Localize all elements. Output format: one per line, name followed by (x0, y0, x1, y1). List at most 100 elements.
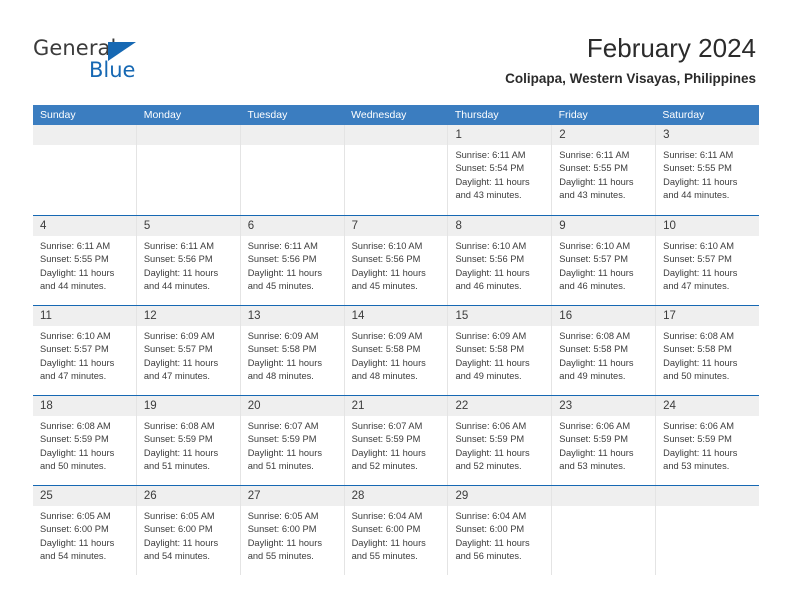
sunset-text: Sunset: 5:58 PM (351, 344, 421, 355)
day-cell[interactable]: 6 Sunrise: 6:11 AM Sunset: 5:56 PM Daylight… (240, 216, 345, 305)
sunrise-text: Sunrise: 6:11 AM (247, 241, 318, 251)
sunrise-text: Sunrise: 6:05 AM (40, 511, 111, 521)
day-cell[interactable]: 12 Sunrise: 6:09 AM Sunset: 5:57 PM Dayligh… (136, 306, 241, 395)
day-cell[interactable]: 21 Sunrise: 6:07 AM Sunset: 5:59 PM Dayligh… (344, 396, 449, 485)
weeks-container: 1 Sunrise: 6:11 AM Sunset: 5:54 PM Daylight… (33, 125, 760, 575)
day-cell-empty (136, 125, 241, 215)
sunset-text: Sunset: 6:00 PM (143, 524, 213, 535)
day-cell[interactable]: 27 Sunrise: 6:05 AM Sunset: 6:00 PM Dayligh… (240, 486, 345, 575)
daylight-text-line2: and 43 minutes. (455, 190, 522, 201)
day-number-band: 20 (240, 396, 344, 416)
day-number: 27 (247, 490, 261, 502)
day-info: Sunrise: 6:09 AM Sunset: 5:57 PM Daylight:… (137, 326, 240, 384)
day-number-band: 9 (552, 216, 656, 236)
sunrise-text: Sunrise: 6:09 AM (351, 331, 423, 341)
sunrise-text: Sunrise: 6:05 AM (247, 511, 319, 521)
day-info: Sunrise: 6:08 AM Sunset: 5:58 PM Daylight:… (552, 326, 655, 384)
daylight-text-line1: Daylight: 11 hours (351, 357, 426, 368)
sunrise-text: Sunrise: 6:08 AM (559, 331, 631, 341)
day-number: 14 (351, 310, 365, 322)
sunrise-text: Sunrise: 6:11 AM (143, 241, 214, 251)
daylight-text-line2: and 43 minutes. (559, 190, 626, 201)
day-cell[interactable]: 2 Sunrise: 6:11 AM Sunset: 5:55 PM Daylight… (552, 125, 657, 215)
daylight-text-line2: and 53 minutes. (559, 461, 626, 472)
daylight-text-line2: and 44 minutes. (143, 281, 211, 292)
day-number-band (136, 125, 240, 145)
day-info: Sunrise: 6:05 AM Sunset: 6:00 PM Daylight:… (33, 506, 136, 564)
day-info: Sunrise: 6:08 AM Sunset: 5:59 PM Daylight:… (33, 416, 136, 474)
day-number: 5 (143, 220, 151, 232)
sunrise-text: Sunrise: 6:06 AM (455, 421, 527, 431)
day-cell[interactable]: 24 Sunrise: 6:06 AM Sunset: 5:59 PM Dayligh… (656, 396, 760, 485)
daylight-text-line2: and 46 minutes. (455, 281, 522, 292)
day-number: 13 (247, 310, 261, 322)
day-cell[interactable]: 28 Sunrise: 6:04 AM Sunset: 6:00 PM Dayligh… (344, 486, 449, 575)
day-cell[interactable]: 20 Sunrise: 6:07 AM Sunset: 5:59 PM Dayligh… (240, 396, 345, 485)
daylight-text-line1: Daylight: 11 hours (143, 357, 219, 368)
day-cell[interactable]: 3 Sunrise: 6:11 AM Sunset: 5:55 PM Daylight… (656, 125, 760, 215)
day-cell[interactable]: 13 Sunrise: 6:09 AM Sunset: 5:58 PM Dayligh… (240, 306, 345, 395)
general-blue-logo[interactable]: General Blue (33, 38, 223, 84)
day-info: Sunrise: 6:06 AM Sunset: 5:59 PM Daylight:… (656, 416, 759, 474)
day-cell[interactable]: 26 Sunrise: 6:05 AM Sunset: 6:00 PM Dayligh… (136, 486, 241, 575)
day-number-band: 1 (448, 125, 552, 145)
day-cell[interactable]: 29 Sunrise: 6:04 AM Sunset: 6:00 PM Dayligh… (448, 486, 553, 575)
daylight-text-line1: Daylight: 11 hours (559, 447, 634, 458)
day-info: Sunrise: 6:06 AM Sunset: 5:59 PM Daylight:… (552, 416, 655, 474)
day-cell[interactable]: 23 Sunrise: 6:06 AM Sunset: 5:59 PM Dayligh… (552, 396, 657, 485)
day-cell[interactable]: 19 Sunrise: 6:08 AM Sunset: 5:59 PM Dayligh… (136, 396, 241, 485)
day-cell[interactable]: 14 Sunrise: 6:09 AM Sunset: 5:58 PM Dayligh… (344, 306, 449, 395)
day-number: 2 (559, 129, 566, 141)
weekday-wednesday: Wednesday (351, 109, 407, 121)
day-cell[interactable]: 18 Sunrise: 6:08 AM Sunset: 5:59 PM Dayligh… (33, 396, 137, 485)
daylight-text-line1: Daylight: 11 hours (663, 176, 738, 187)
sunrise-text: Sunrise: 6:09 AM (455, 331, 527, 341)
sunset-text: Sunset: 5:56 PM (143, 254, 213, 265)
day-info: Sunrise: 6:10 AM Sunset: 5:56 PM Daylight:… (345, 236, 448, 294)
day-info: Sunrise: 6:05 AM Sunset: 6:00 PM Daylight:… (137, 506, 240, 564)
daylight-text-line1: Daylight: 11 hours (559, 357, 634, 368)
day-cell[interactable]: 17 Sunrise: 6:08 AM Sunset: 5:58 PM Dayligh… (656, 306, 760, 395)
day-number-band: 21 (344, 396, 448, 416)
sunset-text: Sunset: 6:00 PM (40, 524, 109, 535)
sunrise-text: Sunrise: 6:07 AM (247, 421, 319, 431)
calendar-page: General Blue February 2024 Colipapa, Wes… (0, 0, 792, 612)
day-cell[interactable]: 22 Sunrise: 6:06 AM Sunset: 5:59 PM Dayligh… (448, 396, 553, 485)
day-cell[interactable]: 25 Sunrise: 6:05 AM Sunset: 6:00 PM Dayligh… (33, 486, 137, 575)
sunrise-text: Sunrise: 6:05 AM (143, 511, 215, 521)
sunset-text: Sunset: 5:54 PM (455, 163, 525, 174)
calendar-grid: Sunday Monday Tuesday Wednesday Thursday… (33, 105, 760, 575)
day-number: 4 (40, 220, 47, 232)
day-cell[interactable]: 5 Sunrise: 6:11 AM Sunset: 5:56 PM Daylight… (136, 216, 241, 305)
weekday-thursday: Thursday (454, 109, 499, 121)
daylight-text-line1: Daylight: 11 hours (351, 537, 426, 548)
day-cell[interactable]: 1 Sunrise: 6:11 AM Sunset: 5:54 PM Daylight… (448, 125, 553, 215)
sunrise-text: Sunrise: 6:08 AM (663, 331, 734, 341)
day-cell[interactable]: 11 Sunrise: 6:10 AM Sunset: 5:57 PM Dayligh… (33, 306, 137, 395)
day-cell[interactable]: 10 Sunrise: 6:10 AM Sunset: 5:57 PM Dayligh… (656, 216, 760, 305)
day-cell[interactable]: 7 Sunrise: 6:10 AM Sunset: 5:56 PM Daylight… (344, 216, 449, 305)
day-info: Sunrise: 6:09 AM Sunset: 5:58 PM Daylight:… (241, 326, 344, 384)
daylight-text-line2: and 49 minutes. (559, 371, 626, 382)
daylight-text-line1: Daylight: 11 hours (559, 267, 634, 278)
daylight-text-line2: and 55 minutes. (247, 551, 314, 562)
daylight-text-line1: Daylight: 11 hours (559, 176, 634, 187)
daylight-text-line2: and 44 minutes. (40, 281, 107, 292)
day-number-band: 27 (240, 486, 344, 506)
weekday-friday: Friday (558, 109, 588, 121)
day-cell-empty (552, 486, 657, 575)
day-number: 15 (455, 310, 469, 322)
daylight-text-line1: Daylight: 11 hours (40, 537, 115, 548)
daylight-text-line1: Daylight: 11 hours (351, 267, 426, 278)
day-cell[interactable]: 4 Sunrise: 6:11 AM Sunset: 5:55 PM Daylight… (33, 216, 137, 305)
day-number: 19 (143, 400, 157, 412)
day-cell[interactable]: 9 Sunrise: 6:10 AM Sunset: 5:57 PM Daylight… (552, 216, 657, 305)
day-number-band (656, 486, 760, 506)
day-cell[interactable]: 15 Sunrise: 6:09 AM Sunset: 5:58 PM Dayligh… (448, 306, 553, 395)
day-number: 17 (663, 310, 676, 322)
day-cell[interactable]: 8 Sunrise: 6:10 AM Sunset: 5:56 PM Daylight… (448, 216, 553, 305)
day-number: 18 (40, 400, 53, 412)
daylight-text-line2: and 49 minutes. (455, 371, 522, 382)
day-number-band: 12 (136, 306, 240, 326)
day-cell[interactable]: 16 Sunrise: 6:08 AM Sunset: 5:58 PM Dayligh… (552, 306, 657, 395)
